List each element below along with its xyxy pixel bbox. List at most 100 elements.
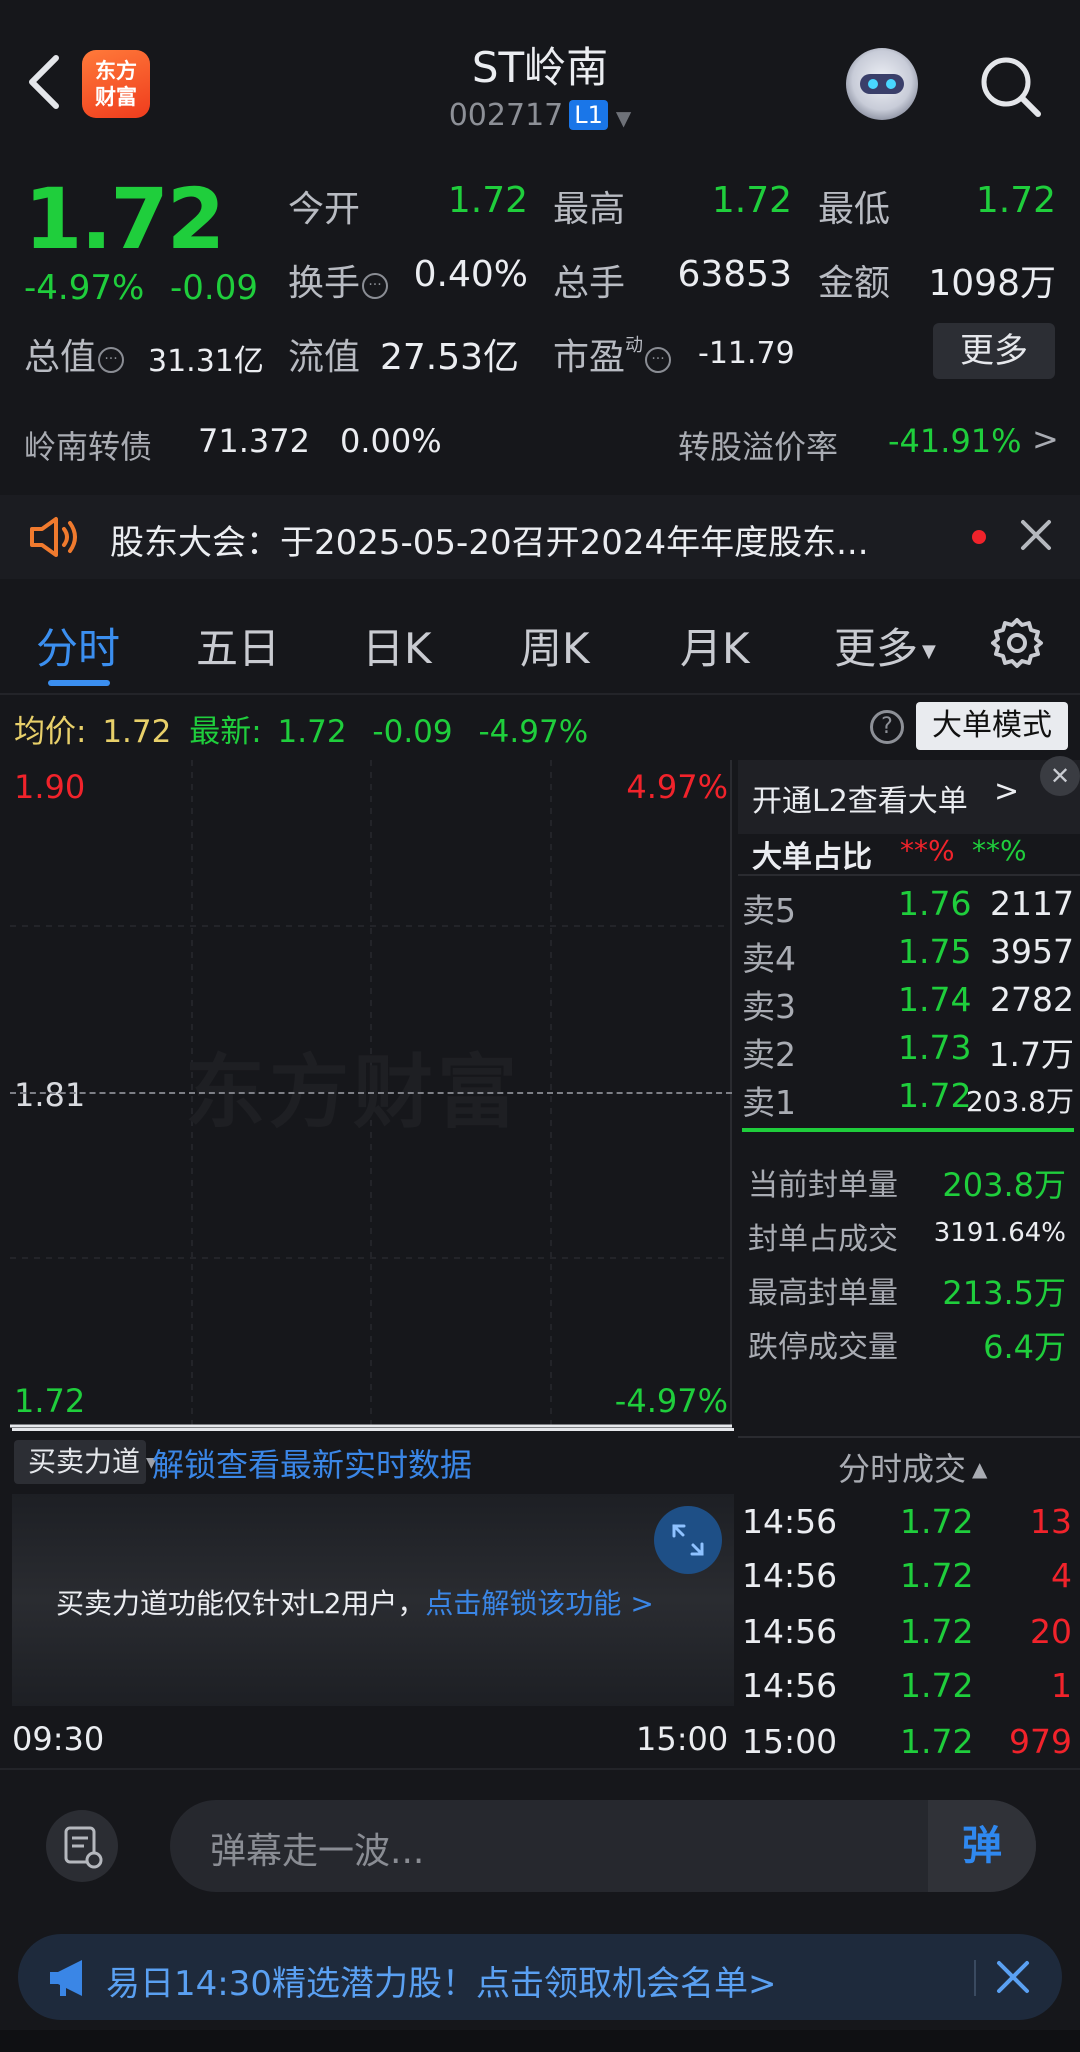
tick-price: 1.72 [900, 1556, 974, 1595]
avg-label: 均价: [14, 714, 87, 750]
tick-row: 14:56 1.72 1 [742, 1666, 1072, 1710]
divider [0, 693, 1080, 695]
unlock-feature-link[interactable]: 点击解锁该功能 > [425, 1587, 653, 1620]
tick-row: 15:00 1.72 979 [742, 1722, 1072, 1766]
price-line-svg [10, 1424, 732, 1428]
tick-time: 14:56 [742, 1556, 838, 1595]
premium-value[interactable]: -41.91% [888, 422, 1022, 460]
notice-bar[interactable]: 股东大会：于2025-05-20召开2024年年度股东... [0, 495, 1080, 579]
level-badge: L1 [569, 100, 608, 130]
lock-message-text: 买卖力道功能仅针对L2用户， [56, 1587, 426, 1620]
pe-value: -11.79 [698, 336, 795, 371]
tick-price: 1.72 [900, 1722, 974, 1761]
latest-change-pct: -4.97% [478, 714, 589, 750]
tab-weekly-k[interactable]: 周K [520, 615, 590, 676]
tab-five-day[interactable]: 五日 [196, 615, 280, 676]
chevron-right-icon[interactable]: > [1032, 420, 1059, 458]
seal-max-label: 最高封单量 [748, 1276, 898, 1311]
close-circle-icon[interactable]: ✕ [1040, 756, 1080, 796]
order-level-label: 卖4 [742, 939, 796, 978]
info-dots-icon[interactable]: ··· [98, 347, 125, 373]
tab-more[interactable]: 更多 ▼ [834, 615, 936, 676]
danmu-send-button[interactable]: 弹 [928, 1800, 1036, 1892]
promo-divider [974, 1960, 976, 1996]
help-icon[interactable]: ? [870, 710, 904, 744]
latest-value: 1.72 [277, 714, 347, 750]
settings-gear-icon[interactable] [990, 616, 1044, 670]
tick-volume: 4 [1051, 1556, 1072, 1595]
volume-value: 63853 [677, 254, 792, 295]
premium-label: 转股溢价率 [678, 428, 839, 466]
info-dots-icon[interactable]: ··· [362, 273, 389, 299]
turnover-value: 0.40% [413, 254, 528, 295]
orderbook-row[interactable]: 卖1 1.72 203.8万 [742, 1076, 1074, 1122]
amount-value: 1098万 [928, 263, 1056, 304]
ticks-header[interactable]: 分时成交 ▲ [838, 1444, 987, 1490]
power-locked-area[interactable]: 买卖力道功能仅针对L2用户，点击解锁该功能 > [12, 1494, 734, 1706]
intraday-chart[interactable]: 东方财富 1.90 4.97% 1.81 1.72 -4.97% [10, 760, 732, 1428]
tick-volume: 1 [1051, 1666, 1072, 1705]
tick-volume: 13 [1030, 1502, 1072, 1541]
power-dropdown[interactable]: 买卖力道 ▼ [14, 1440, 157, 1484]
close-icon[interactable] [1018, 517, 1054, 553]
tick-row: 14:56 1.72 4 [742, 1556, 1072, 1600]
mktcap-label: 总值 ··· [24, 328, 125, 380]
tick-time: 14:56 [742, 1502, 838, 1541]
high-label: 最高 [553, 189, 626, 230]
order-volume: 1.7万 [988, 1035, 1074, 1074]
tab-intraday[interactable]: 分时 [36, 615, 120, 676]
orderbook-row[interactable]: 卖3 1.74 2782 [742, 980, 1074, 1026]
tab-daily-k[interactable]: 日K [362, 615, 432, 676]
x-axis-end: 15:00 [636, 1720, 729, 1758]
unlock-realtime-link[interactable]: 解锁查看最新实时数据 [152, 1440, 472, 1486]
order-volume: 3957 [990, 932, 1074, 971]
tick-volume: 20 [1030, 1612, 1072, 1651]
robot-visor [860, 74, 904, 94]
bond-name[interactable]: 岭南转债 [24, 422, 152, 468]
current-price: 1.72 [24, 170, 225, 268]
order-price: 1.72 [898, 1076, 972, 1115]
prev-close-line [10, 1092, 732, 1094]
orderbook-row[interactable]: 卖5 1.76 2117 [742, 884, 1074, 930]
nav-strip [0, 2030, 1080, 2052]
latest-label: 最新: [189, 714, 262, 750]
float-label: 流值 [288, 337, 361, 378]
latest-change: -0.09 [372, 714, 453, 750]
comment-button[interactable] [46, 1810, 118, 1882]
promo-text[interactable]: 易日14:30精选潜力股！点击领取机会名单> [106, 1956, 776, 2005]
danmu-placeholder: 弹幕走一波... [210, 1831, 425, 1872]
high-value: 1.72 [711, 180, 792, 221]
big-order-label: 大单占比 [752, 840, 872, 875]
orderbook-row[interactable]: 卖2 1.73 1.7万 [742, 1028, 1074, 1074]
order-level-label: 卖3 [742, 987, 796, 1026]
tick-time: 14:56 [742, 1612, 838, 1651]
order-price: 1.76 [898, 884, 972, 923]
tick-row: 14:56 1.72 13 [742, 1502, 1072, 1546]
pe-label: 市盈动··· [553, 328, 672, 380]
robot-avatar[interactable] [846, 48, 918, 120]
order-price: 1.75 [898, 932, 972, 971]
open-label: 今开 [288, 189, 361, 230]
chevron-right-icon[interactable]: > [994, 774, 1019, 809]
info-dots-icon[interactable]: ··· [645, 347, 672, 373]
panel-divider [738, 874, 1080, 876]
mktcap-value: 31.31亿 [148, 344, 264, 379]
change-percent: -4.97% [24, 268, 145, 308]
search-icon [981, 57, 1041, 117]
expand-button[interactable] [654, 1506, 722, 1574]
notice-text[interactable]: 股东大会：于2025-05-20召开2024年年度股东... [110, 515, 869, 564]
orderbook-row[interactable]: 卖4 1.75 3957 [742, 932, 1074, 978]
pe-superscript: 动 [625, 335, 644, 356]
pe-label-text: 市盈 [553, 337, 626, 378]
l2-link[interactable]: 开通L2查看大单 [752, 776, 968, 820]
close-icon[interactable] [994, 1958, 1032, 1996]
tab-monthly-k[interactable]: 月K [680, 615, 750, 676]
more-button[interactable]: 更多 [933, 323, 1055, 379]
promo-banner[interactable]: 易日14:30精选潜力股！点击领取机会名单> [18, 1934, 1062, 2020]
search-button[interactable] [978, 54, 1044, 120]
stock-code-row[interactable]: 002717 L1 ▼ [0, 98, 1080, 133]
speaker-icon [30, 517, 77, 557]
danmu-input[interactable]: 弹幕走一波... [170, 1800, 1036, 1892]
big-order-mode-button[interactable]: 大单模式 [916, 702, 1068, 750]
ticks-divider [738, 1436, 1080, 1438]
